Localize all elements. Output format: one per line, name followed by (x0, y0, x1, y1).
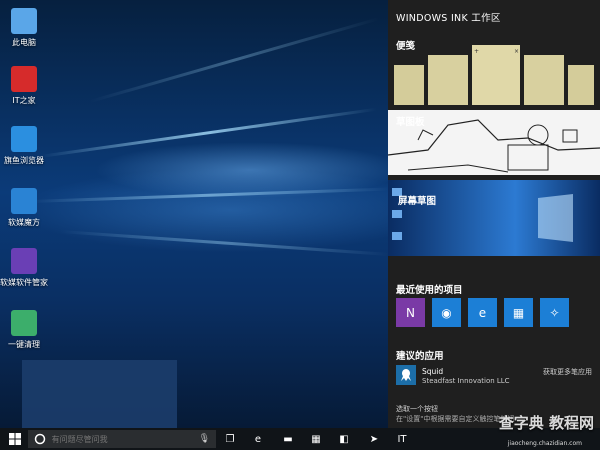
microphone-icon[interactable]: 🎙 (199, 434, 210, 444)
start-button[interactable] (7, 431, 23, 447)
desktop-shortcut[interactable]: IT之家 (0, 66, 48, 106)
watermark-url: jiaocheng.chazidian.com (507, 440, 582, 447)
sticky-notes-tile[interactable]: + × (394, 45, 594, 105)
screen-sketch-label: 屏幕草图 (398, 196, 437, 207)
recent-items-row: N ◉ e ▦ ✧ (396, 298, 569, 327)
desktop-shortcut[interactable]: 此电脑 (0, 8, 48, 48)
screen-sketch-tile[interactable]: 屏幕草图 (388, 180, 600, 256)
ithome-icon (11, 66, 37, 92)
cortana-search-box[interactable]: 🎙 (28, 430, 216, 448)
desktop-shortcut-label: 软媒软件管家 (0, 278, 48, 287)
task-view-icon[interactable]: ❐ (222, 431, 238, 447)
search-input[interactable] (49, 433, 199, 445)
tips-icon[interactable]: ✧ (540, 298, 569, 327)
wallpaper-light-beam (89, 17, 379, 103)
cortana-circle-icon (34, 433, 46, 445)
swordfish-browser-icon (11, 126, 37, 152)
camera-app-icon[interactable]: ◉ (432, 298, 461, 327)
file-explorer-icon[interactable]: ▬ (280, 431, 296, 447)
swordfish-taskbar-icon[interactable]: ➤ (366, 431, 382, 447)
wallpaper-light-beam (59, 230, 390, 257)
svg-text:×: × (514, 48, 519, 55)
suggested-app-publisher: Steadfast Innovation LLC (422, 377, 510, 385)
desktop-shortcut[interactable]: 软媒魔方 (0, 188, 48, 228)
desktop-shortcut[interactable]: 软媒软件管家 (0, 248, 48, 288)
wallpaper-light-beam (39, 107, 377, 158)
sketchpad-label: 草图板 (396, 117, 425, 128)
desktop-shortcut-label: IT之家 (12, 96, 36, 105)
get-more-pen-apps-link[interactable]: 获取更多笔应用 (543, 367, 592, 377)
svg-text:+: + (474, 48, 479, 55)
pc-icon (11, 8, 37, 34)
recent-items-label: 最近使用的项目 (396, 285, 463, 296)
ithome-taskbar-icon[interactable]: IT (394, 431, 410, 447)
one-click-clean-icon (11, 310, 37, 336)
desktop-shortcut-label: 软媒魔方 (8, 218, 40, 227)
ruanmei-software-manager-icon (11, 248, 37, 274)
desktop-shortcut-label: 旗鱼浏览器 (4, 156, 44, 165)
ruanmei-cube-icon (11, 188, 37, 214)
suggested-app-name: Squid (422, 367, 444, 376)
desktop-shortcut-label: 此电脑 (12, 38, 36, 47)
pick-button-text[interactable]: 选取一个按钮 (396, 404, 438, 414)
edge-taskbar-icon[interactable]: e (250, 431, 266, 447)
squid-icon (396, 365, 416, 385)
onenote-icon[interactable]: N (396, 298, 425, 327)
edge-icon[interactable]: e (468, 298, 497, 327)
ruanmei-cube-taskbar-icon[interactable]: ◧ (336, 431, 352, 447)
ink-workspace-title: WINDOWS INK 工作区 (396, 13, 501, 24)
desktop-shortcut-label: 一键清理 (8, 340, 40, 349)
desktop-shortcut[interactable]: 一键清理 (0, 310, 48, 350)
screen-sketch-preview (388, 180, 600, 256)
desktop-shortcut[interactable]: 旗鱼浏览器 (0, 126, 48, 166)
windows-logo-icon (9, 433, 21, 445)
sticky-notes-preview: + × (394, 45, 594, 105)
watermark-text: 查字典 教程网 (498, 414, 594, 432)
windows-ink-workspace-panel: WINDOWS INK 工作区 便笺 + × 草图板 屏幕草图 最近使用的项目 … (388, 0, 600, 428)
customize-pen-button-text[interactable]: 在"设置"中根据需要自定义触控笔按钮 (396, 414, 514, 424)
wallpaper-light-beam (29, 187, 390, 203)
photos-icon[interactable]: ▦ (504, 298, 533, 327)
store-icon[interactable]: ▦ (308, 431, 324, 447)
sketchpad-tile[interactable]: 草图板 (388, 110, 600, 175)
suggested-app-squid[interactable]: Squid Steadfast Innovation LLC 获取更多笔应用 (396, 363, 592, 391)
suggested-apps-label: 建议的应用 (396, 351, 444, 362)
blank-window-area (22, 360, 177, 428)
